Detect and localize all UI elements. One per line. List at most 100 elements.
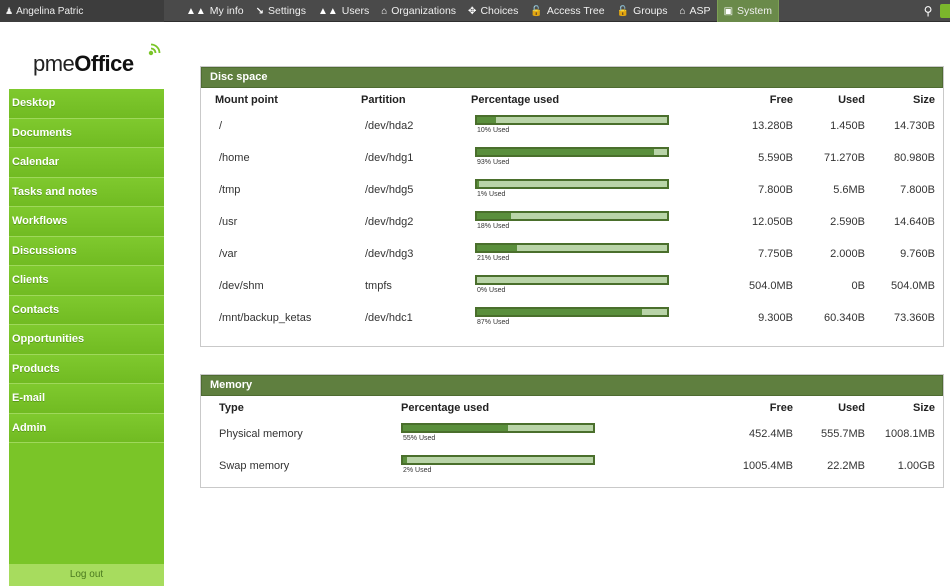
free-value: 452.4MB <box>748 428 793 440</box>
usage-bar <box>475 115 669 125</box>
table-row: / /dev/hda2 10% Used 13.280B 1.450B 14.730B <box>201 112 943 144</box>
used-value: 71.270B <box>824 152 865 164</box>
nav-item-system[interactable]: ▣ System <box>716 0 780 22</box>
sidebar-item-discussions[interactable]: Discussions <box>9 236 164 266</box>
col-type: Type <box>219 402 244 414</box>
sidebar-item-clients[interactable]: Clients <box>9 266 164 296</box>
partition: tmpfs <box>365 280 392 292</box>
used-value: 1.450B <box>830 120 865 132</box>
partition: /dev/hdg5 <box>365 184 414 196</box>
usage-label: 87% Used <box>477 319 510 326</box>
sidebar-item-admin[interactable]: Admin <box>9 413 164 443</box>
help-icon[interactable] <box>940 4 950 18</box>
logo: pmeOffice <box>9 33 164 89</box>
nav-item-choices[interactable]: ✥ Choices <box>462 0 524 22</box>
sidebar-item-tasks-and-notes[interactable]: Tasks and notes <box>9 177 164 207</box>
sidebar-menu: Desktop Documents Calendar Tasks and notes W… <box>9 89 164 586</box>
memory-title: Memory <box>201 375 943 396</box>
disc-header-row: Mount point Partition Percentage used Fr… <box>201 94 943 112</box>
top-nav: ▲▲ My info ↘ Settings ▲▲ Users ⌂ Organizations ✥… <box>180 0 780 22</box>
sidebar-item-contacts[interactable]: Contacts <box>9 295 164 325</box>
usage-bar-fill <box>477 149 654 155</box>
usage-bar <box>401 423 595 433</box>
nav-item-label: Settings <box>268 5 306 17</box>
nav-item-organizations[interactable]: ⌂ Organizations <box>375 0 462 22</box>
sidebar: pmeOffice Desktop Documents Calendar Tasks … <box>9 33 164 586</box>
move-icon: ✥ <box>468 5 477 17</box>
free-value: 1005.4MB <box>742 460 793 472</box>
usage-label: 0% Used <box>477 287 506 294</box>
free-value: 9.300B <box>758 312 793 324</box>
logo-text-bold: Office <box>74 51 134 76</box>
nav-item-asp[interactable]: ⌂ ASP <box>674 0 717 22</box>
usage-bar <box>401 455 595 465</box>
free-value: 7.800B <box>758 184 793 196</box>
size-value: 14.730B <box>894 120 935 132</box>
usage-bar-fill <box>477 181 479 187</box>
col-free: Free <box>769 94 793 106</box>
logo-text-light: pme <box>33 51 75 76</box>
building-icon: ⌂ <box>679 5 686 17</box>
partition: /dev/hdc1 <box>365 312 413 324</box>
usage-bar <box>475 243 669 253</box>
nav-item-label: Organizations <box>391 5 457 17</box>
users-icon: ▲▲ <box>317 5 338 17</box>
memory-type: Physical memory <box>219 428 303 440</box>
memory-rows: Physical memory 55% Used 452.4MB 555.7MB 100… <box>201 420 943 484</box>
usage-bar-fill <box>477 117 496 123</box>
user-icon: ♟ <box>5 6 14 16</box>
sidebar-item-opportunities[interactable]: Opportunities <box>9 325 164 355</box>
nav-item-my-info[interactable]: ▲▲ My info <box>180 0 250 22</box>
table-row: /tmp/dev/hdg5 1% Used 7.800B 5.6MB 7.800B <box>201 176 943 208</box>
nav-item-groups[interactable]: 🔓 Groups <box>611 0 674 22</box>
top-bar: ♟ Angelina Patric ▲▲ My info ↘ Settings ▲▲ Use… <box>0 0 950 22</box>
col-mount-point: Mount point <box>215 94 278 106</box>
usage-label: 2% Used <box>403 467 432 474</box>
table-row: /dev/shm tmpfs 0% Used 504.0MB 0B 504.0MB <box>201 272 943 304</box>
logout-button[interactable]: Log out <box>9 564 164 586</box>
disc-rows: / /dev/hda2 10% Used 13.280B 1.450B 14.730B/h… <box>201 112 943 336</box>
partition: /dev/hda2 <box>365 120 414 132</box>
col-used: Used <box>838 94 865 106</box>
mount-point: /dev/shm <box>219 280 264 292</box>
col-mem-free: Free <box>769 402 793 414</box>
mount-point: /var <box>219 248 238 260</box>
size-value: 73.360B <box>894 312 935 324</box>
mount-point: /mnt/backup_ketas <box>219 312 312 324</box>
users-icon: ▲▲ <box>186 5 206 17</box>
used-value: 60.340B <box>824 312 865 324</box>
used-value: 2.590B <box>830 216 865 228</box>
signal-icon <box>148 43 161 56</box>
nav-item-access-tree[interactable]: 🔓 Access Tree <box>524 0 610 22</box>
col-size: Size <box>912 94 935 106</box>
usage-label: 18% Used <box>477 223 510 230</box>
free-value: 13.280B <box>752 120 793 132</box>
usage-bar-fill <box>403 425 508 431</box>
free-value: 5.590B <box>758 152 793 164</box>
mount-point: /home <box>219 152 250 164</box>
memory-header-row: Type Percentage used Free Used Size <box>201 402 943 420</box>
col-partition: Partition <box>361 94 406 106</box>
disc-space-title: Disc space <box>201 67 943 88</box>
wrench-icon: ↘ <box>255 5 265 17</box>
col-mem-used: Used <box>838 402 865 414</box>
table-row: Swap memory 2% Used 1005.4MB 22.2MB 1.00GB <box>201 452 943 484</box>
sidebar-item-calendar[interactable]: Calendar <box>9 148 164 178</box>
sidebar-item-workflows[interactable]: Workflows <box>9 207 164 237</box>
current-user[interactable]: ♟ Angelina Patric <box>0 0 164 22</box>
nav-item-settings[interactable]: ↘ Settings <box>250 0 312 22</box>
usage-label: 1% Used <box>477 191 506 198</box>
usage-bar <box>475 147 669 157</box>
used-value: 2.000B <box>830 248 865 260</box>
sidebar-item-desktop[interactable]: Desktop <box>9 89 164 119</box>
sidebar-item-products[interactable]: Products <box>9 354 164 384</box>
used-value: 22.2MB <box>827 460 865 472</box>
user-name: Angelina Patric <box>16 6 84 17</box>
search-icon[interactable]: ⚲ <box>920 3 936 19</box>
sidebar-item-e-mail[interactable]: E-mail <box>9 384 164 414</box>
sidebar-item-documents[interactable]: Documents <box>9 118 164 148</box>
free-value: 7.750B <box>758 248 793 260</box>
nav-item-users[interactable]: ▲▲ Users <box>312 0 375 22</box>
size-value: 9.760B <box>900 248 935 260</box>
partition: /dev/hdg3 <box>365 248 414 260</box>
